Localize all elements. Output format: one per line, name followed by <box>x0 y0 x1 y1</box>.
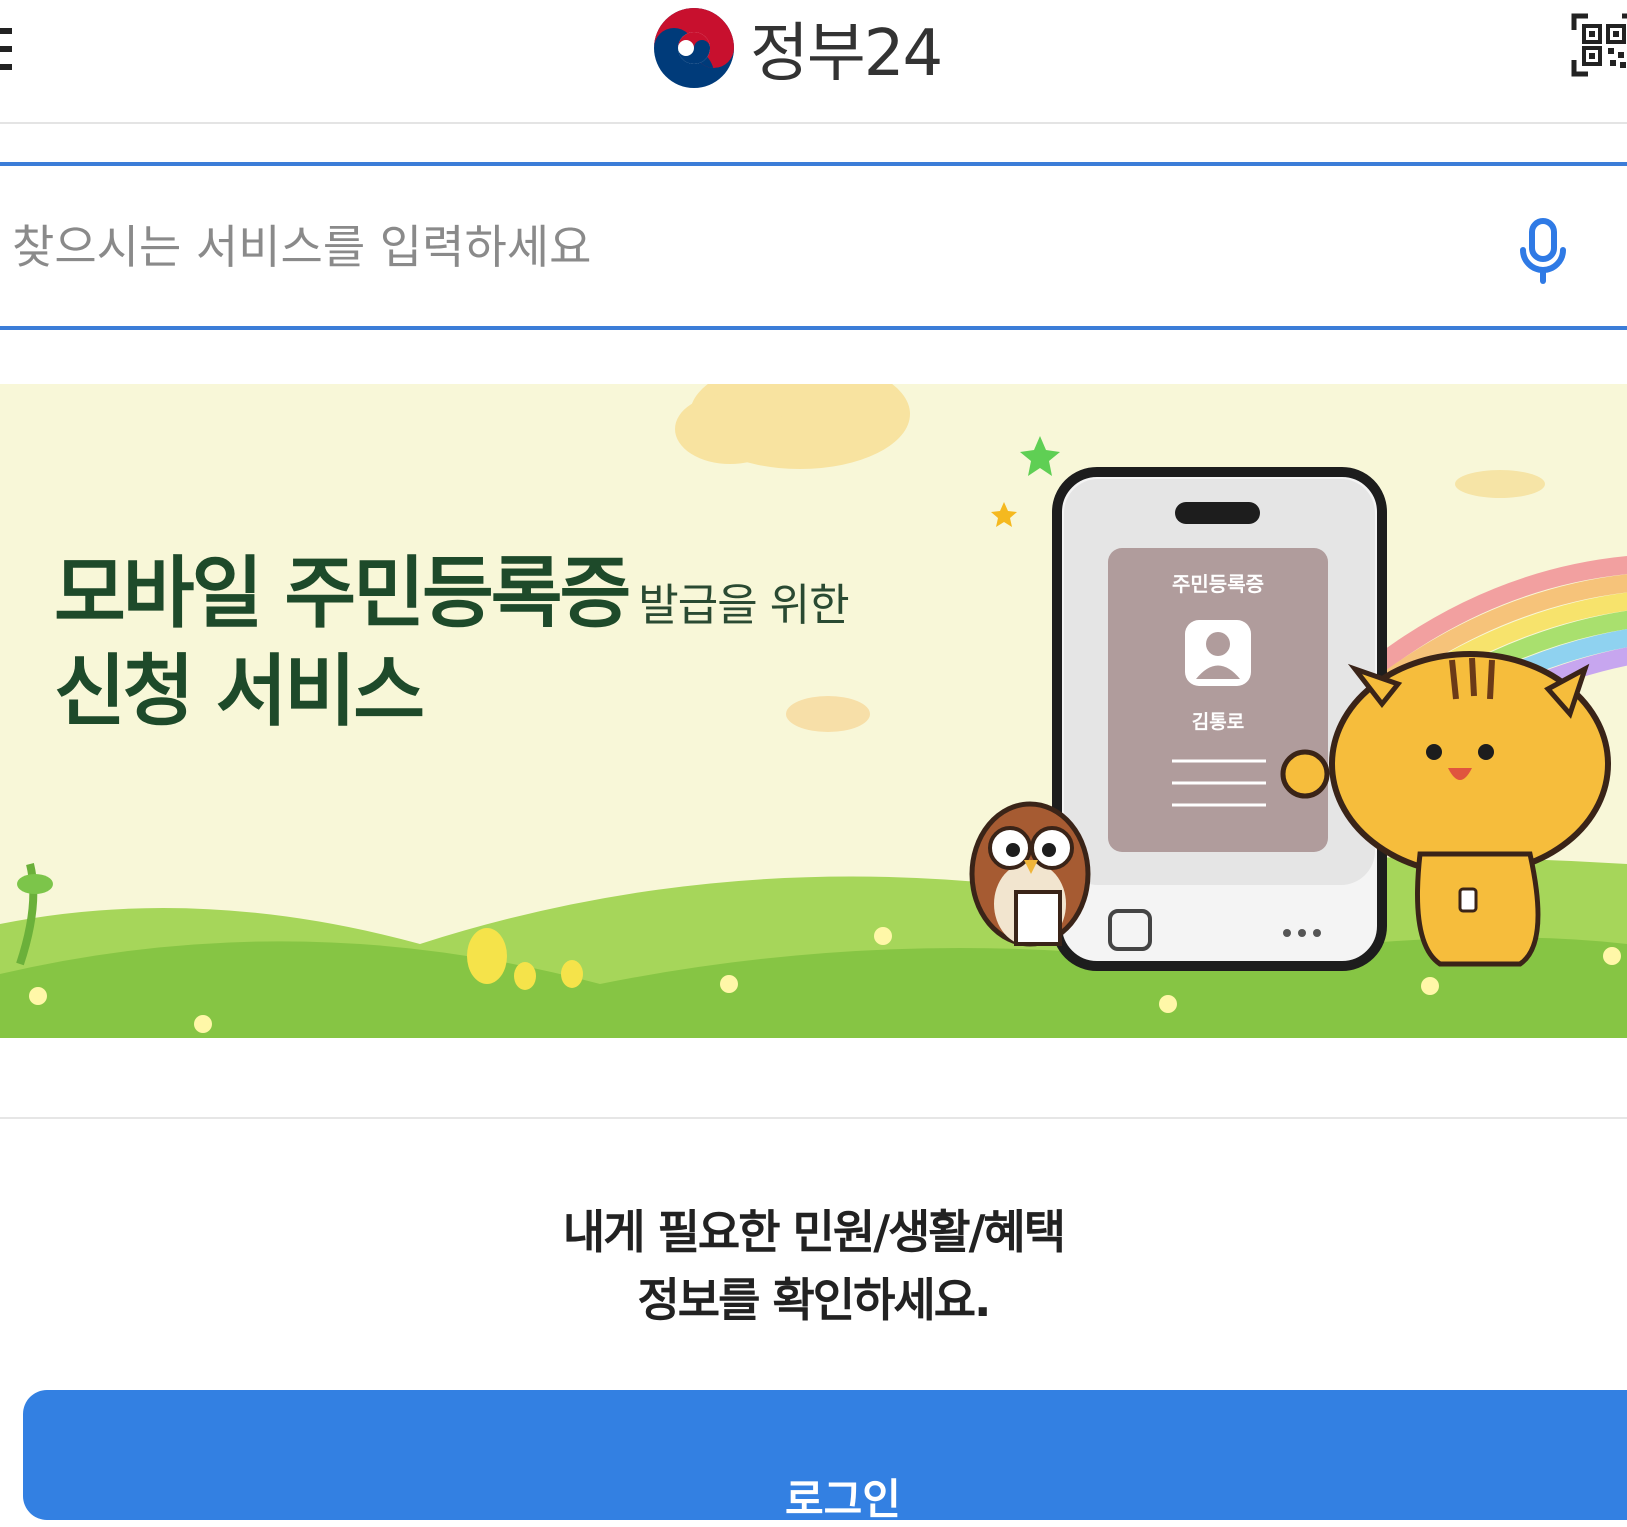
login-prompt-line2: 정보를 확인하세요. <box>637 1273 991 1327</box>
microphone-icon <box>1520 218 1566 284</box>
top-header: 정부24 <box>0 0 1627 124</box>
banner-title-line1: 모바일 주민등록증 <box>54 549 631 639</box>
search-input[interactable] <box>0 166 1474 328</box>
search-bar <box>0 162 1627 330</box>
site-logo[interactable]: 정부24 <box>652 6 943 91</box>
login-prompt: 내게 필요한 민원/생활/혜택 정보를 확인하세요. <box>0 1198 1627 1334</box>
card-name: 김통로 <box>1192 711 1244 733</box>
government-logo-icon <box>654 8 734 88</box>
section-divider <box>0 1117 1627 1119</box>
voice-search-button[interactable] <box>1515 218 1571 284</box>
logo-text: 정부24 <box>750 17 943 91</box>
menu-icon[interactable] <box>0 24 14 74</box>
banner-title-line2: 신청 서비스 <box>54 646 425 737</box>
qr-code-icon <box>1571 13 1627 77</box>
login-button[interactable]: 로그인 <box>23 1390 1627 1524</box>
login-prompt-line1: 내게 필요한 민원/생활/혜택 <box>562 1205 1066 1259</box>
card-title: 주민등록증 <box>1172 572 1264 596</box>
banner-title: 모바일 주민등록증 발급을 위한 신청 서비스 <box>54 546 850 741</box>
login-button-label: 로그인 <box>785 1475 901 1524</box>
qr-code-button[interactable] <box>1570 12 1627 78</box>
promo-banner[interactable]: 주민등록증 김통로 모바일 주민등록증 발급을 위한 신청 서비스 <box>0 384 1627 1038</box>
banner-title-suffix: 발급을 위한 <box>638 580 849 631</box>
